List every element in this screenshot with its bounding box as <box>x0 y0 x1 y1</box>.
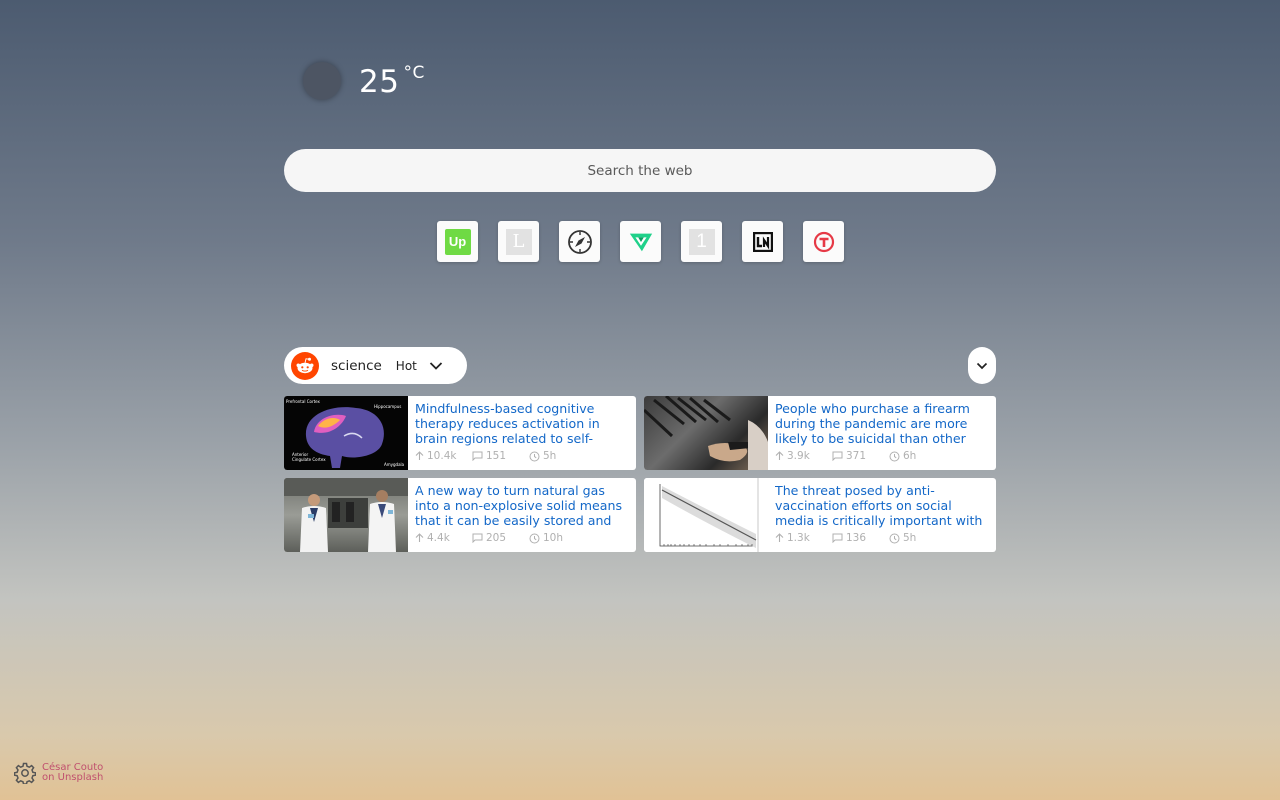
subreddit-name: science <box>331 357 382 374</box>
photo-credit[interactable]: César Couto on Unsplash <box>14 762 103 784</box>
gear-icon[interactable] <box>14 762 36 784</box>
post-card[interactable]: Prefrontal Cortex Hippocampus Anterior C… <box>284 396 636 470</box>
upvote-count: 10.4k <box>415 450 472 462</box>
weather-widget[interactable]: 25 °C <box>303 62 425 100</box>
comment-count: 136 <box>832 532 889 544</box>
temperature-value: 25 <box>359 63 400 100</box>
v-icon <box>628 229 654 255</box>
svg-text:Hippocampus: Hippocampus <box>374 404 401 409</box>
shortcut-l[interactable]: L <box>498 221 539 262</box>
compass-icon <box>567 229 593 255</box>
comment-icon <box>472 533 483 543</box>
l-icon: L <box>505 228 532 255</box>
clock-icon <box>889 451 900 461</box>
search-bar[interactable] <box>284 148 996 193</box>
post-title[interactable]: The threat posed by anti-vaccination eff… <box>775 483 990 528</box>
credit-source[interactable]: on Unsplash <box>42 773 103 783</box>
upvote-count: 3.9k <box>775 450 832 462</box>
post-thumbnail-brain: Prefrontal Cortex Hippocampus Anterior C… <box>284 396 408 470</box>
comment-icon <box>832 533 843 543</box>
shortcut-t[interactable] <box>803 221 844 262</box>
arrow-up-icon <box>415 533 424 542</box>
credit-text[interactable]: César Couto on Unsplash <box>42 763 103 783</box>
shortcut-one[interactable]: 1 <box>681 221 722 262</box>
upvote-count: 1.3k <box>775 532 832 544</box>
comment-count: 151 <box>472 450 529 462</box>
post-title[interactable]: A new way to turn natural gas into a non… <box>415 483 630 528</box>
upvote-count: 4.4k <box>415 532 472 544</box>
comment-icon <box>472 451 483 461</box>
clock-icon <box>889 533 900 543</box>
post-age: 5h <box>529 450 586 462</box>
shortcut-upwork[interactable]: Up <box>437 221 478 262</box>
post-age: 6h <box>889 450 946 462</box>
post-title[interactable]: Mindfulness-based cognitive therapy redu… <box>415 401 630 446</box>
clock-icon <box>529 533 540 543</box>
one-icon: 1 <box>688 228 715 255</box>
subreddit-selector[interactable]: science Hot <box>284 347 467 384</box>
arrow-up-icon <box>775 533 784 542</box>
post-age: 10h <box>529 532 586 544</box>
shortcut-ln[interactable] <box>742 221 783 262</box>
t-icon <box>811 229 837 255</box>
svg-text:Cingulate Cortex: Cingulate Cortex <box>292 457 326 462</box>
svg-text:Amygdala: Amygdala <box>384 462 405 467</box>
post-age: 5h <box>889 532 946 544</box>
chevron-down-icon <box>976 362 988 369</box>
search-input[interactable] <box>284 148 996 193</box>
post-card[interactable]: The threat posed by anti-vaccination eff… <box>644 478 996 552</box>
arrow-up-icon <box>775 451 784 460</box>
comment-count: 371 <box>832 450 889 462</box>
clock-icon <box>529 451 540 461</box>
ln-icon <box>750 229 776 255</box>
reddit-icon <box>291 351 319 380</box>
post-thumbnail-firearms <box>644 396 768 470</box>
weather-icon <box>303 62 341 100</box>
sort-select[interactable]: Hot <box>396 359 417 373</box>
post-thumbnail-plot <box>644 478 768 552</box>
shortcut-row: Up L 1 <box>437 221 844 262</box>
collapse-feed-button[interactable] <box>968 347 996 384</box>
post-card[interactable]: People who purchase a firearm during the… <box>644 396 996 470</box>
comment-count: 205 <box>472 532 529 544</box>
temperature-unit: °C <box>403 62 425 83</box>
comment-icon <box>832 451 843 461</box>
post-card[interactable]: A new way to turn natural gas into a non… <box>284 478 636 552</box>
temperature: 25 °C <box>359 63 425 100</box>
arrow-up-icon <box>415 451 424 460</box>
svg-text:Prefrontal Cortex: Prefrontal Cortex <box>286 399 321 404</box>
post-thumbnail-lab <box>284 478 408 552</box>
shortcut-compass[interactable] <box>559 221 600 262</box>
chevron-down-icon[interactable] <box>429 356 443 375</box>
post-title[interactable]: People who purchase a firearm during the… <box>775 401 990 446</box>
shortcut-v[interactable] <box>620 221 661 262</box>
upwork-icon: Up <box>444 228 471 255</box>
